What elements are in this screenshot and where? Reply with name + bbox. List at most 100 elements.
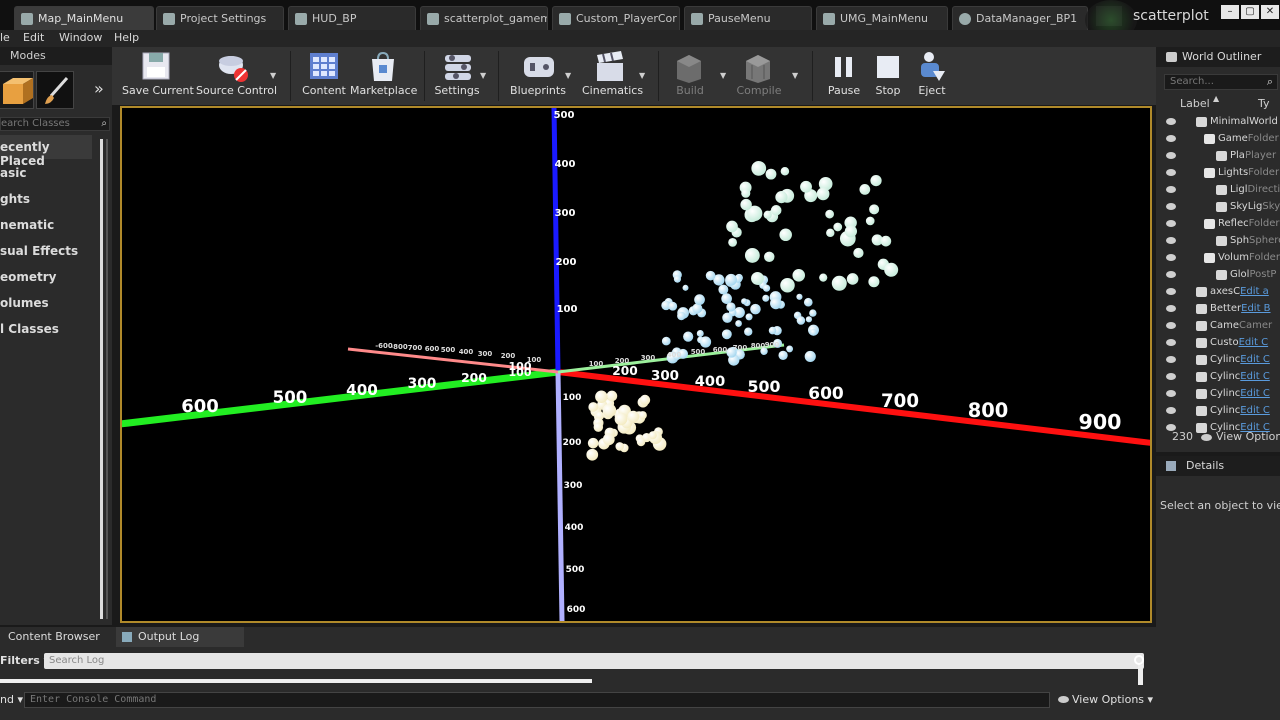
source-control-button[interactable]: Source Control	[196, 47, 277, 105]
visibility-eye-icon[interactable]	[1166, 356, 1176, 363]
menu-window[interactable]: Window	[59, 31, 102, 44]
settings-dropdown[interactable]: ▼	[480, 71, 486, 80]
cmd-dropdown[interactable]: nd ▾	[0, 693, 23, 706]
visibility-eye-icon[interactable]	[1166, 390, 1176, 397]
tab-umg-mainmenu[interactable]: UMG_MainMenu	[816, 6, 948, 30]
log-vertical-scrollbar[interactable]	[1138, 665, 1143, 685]
outliner-row[interactable]: BetterEdit B	[1162, 301, 1280, 318]
visibility-eye-icon[interactable]	[1166, 135, 1176, 142]
visibility-eye-icon[interactable]	[1166, 237, 1176, 244]
actor-type[interactable]: Edit B	[1241, 303, 1270, 314]
minimize-button[interactable]: –	[1221, 5, 1239, 19]
outliner-row[interactable]: LightsFolder	[1162, 165, 1280, 182]
category-volumes[interactable]: olumes	[0, 291, 92, 315]
category-lights[interactable]: ghts	[0, 187, 92, 211]
search-log-input[interactable]: Search Log	[44, 653, 1144, 669]
search-classes-input[interactable]: earch Classes ⌕	[0, 117, 110, 131]
category-geometry[interactable]: eometry	[0, 265, 92, 289]
stop-button[interactable]: Stop	[868, 47, 908, 105]
tab-content-browser[interactable]: Content Browser	[0, 627, 114, 647]
modes-tab[interactable]: Modes	[0, 47, 112, 65]
menu-file[interactable]: le	[0, 31, 10, 44]
tab-custom-playercontroller[interactable]: Custom_PlayerCor	[552, 6, 680, 30]
marketplace-button[interactable]: Marketplace	[350, 47, 417, 105]
actor-type[interactable]: Edit a	[1240, 286, 1269, 297]
type-column-header[interactable]: Ty	[1258, 97, 1270, 110]
blueprints-button[interactable]: Blueprints	[510, 47, 566, 105]
visibility-eye-icon[interactable]	[1166, 339, 1176, 346]
cinematics-button[interactable]: Cinematics	[582, 47, 643, 105]
tab-scatterplot-gamemode[interactable]: scatterplot_gamem	[420, 6, 548, 30]
world-outliner-tab[interactable]: World Outliner	[1156, 47, 1280, 67]
outliner-row[interactable]: CameCamer	[1162, 318, 1280, 335]
visibility-eye-icon[interactable]	[1166, 407, 1176, 414]
menu-help[interactable]: Help	[114, 31, 139, 44]
category-cinematic[interactable]: nematic	[0, 213, 92, 237]
tab-project-settings[interactable]: Project Settings	[156, 6, 284, 30]
outliner-search-input[interactable]: Search... ⌕	[1164, 74, 1278, 90]
visibility-eye-icon[interactable]	[1166, 288, 1176, 295]
outliner-row[interactable]: ReflecFolder	[1162, 216, 1280, 233]
menu-edit[interactable]: Edit	[23, 31, 44, 44]
visibility-eye-icon[interactable]	[1166, 271, 1176, 278]
outliner-row[interactable]: GameFolder	[1162, 131, 1280, 148]
visibility-eye-icon[interactable]	[1166, 254, 1176, 261]
outliner-row[interactable]: CustoEdit C	[1162, 335, 1280, 352]
label-column-header[interactable]: Label	[1180, 97, 1210, 110]
outliner-row[interactable]: CylincEdit C	[1162, 403, 1280, 420]
outliner-row[interactable]: CylincEdit C	[1162, 386, 1280, 403]
visibility-eye-icon[interactable]	[1166, 118, 1176, 125]
outliner-row[interactable]: PlaPlayer	[1162, 148, 1280, 165]
tab-map-mainmenu[interactable]: Map_MainMenu	[14, 6, 154, 30]
outliner-view-options-button[interactable]: View Options	[1216, 430, 1280, 443]
build-dropdown[interactable]: ▼	[720, 71, 726, 80]
outliner-row[interactable]: LiglDirecti	[1162, 182, 1280, 199]
compile-button[interactable]: Compile	[734, 47, 784, 105]
category-recently-placed[interactable]: ecently Placed	[0, 135, 92, 168]
cinematics-dropdown[interactable]: ▼	[639, 71, 645, 80]
category-visual-effects[interactable]: sual Effects	[0, 239, 92, 263]
more-modes-icon[interactable]: »	[94, 79, 104, 98]
visibility-eye-icon[interactable]	[1166, 322, 1176, 329]
visibility-eye-icon[interactable]	[1166, 305, 1176, 312]
actor-type[interactable]: Edit C	[1240, 354, 1270, 365]
category-basic[interactable]: asic	[0, 161, 92, 185]
settings-button[interactable]: Settings	[430, 47, 484, 105]
scatterplot-3d-scene[interactable]: 100 200 300 400 500 600 700 800 9001002003004005…	[122, 108, 1150, 621]
tab-hud-bp[interactable]: HUD_BP	[288, 6, 416, 30]
eject-button[interactable]: Eject	[914, 47, 950, 105]
visibility-eye-icon[interactable]	[1166, 186, 1176, 193]
log-horizontal-scrollbar[interactable]	[0, 679, 592, 683]
close-window-button[interactable]: ✕	[1261, 5, 1279, 19]
tab-datamanager-bp1[interactable]: DataManager_BP1	[952, 6, 1088, 30]
save-current-button[interactable]: Save Current	[122, 47, 194, 105]
visibility-eye-icon[interactable]	[1166, 152, 1176, 159]
filters-dropdown[interactable]: Filters ▾	[0, 654, 49, 667]
console-command-input[interactable]: Enter Console Command	[24, 692, 1050, 708]
tab-pausemenu[interactable]: PauseMenu	[684, 6, 812, 30]
pause-button[interactable]: Pause	[824, 47, 864, 105]
actor-type[interactable]: Edit C	[1239, 337, 1269, 348]
outliner-row[interactable]: VolumFolder	[1162, 250, 1280, 267]
modes-scrollbar[interactable]	[100, 139, 108, 619]
blueprints-dropdown[interactable]: ▼	[565, 71, 571, 80]
outliner-row[interactable]: MinimalWorld	[1162, 114, 1280, 131]
actor-type[interactable]: Edit C	[1240, 405, 1270, 416]
paint-mode-button[interactable]	[36, 71, 74, 109]
outliner-row[interactable]: GlolPostP	[1162, 267, 1280, 284]
visibility-eye-icon[interactable]	[1166, 373, 1176, 380]
outliner-row[interactable]: axesCEdit a	[1162, 284, 1280, 301]
maximize-button[interactable]: ▢	[1241, 5, 1259, 19]
actor-type[interactable]: Edit C	[1240, 388, 1270, 399]
category-all-classes[interactable]: l Classes	[0, 317, 92, 341]
source-control-dropdown[interactable]: ▼	[270, 71, 276, 80]
content-button[interactable]: Content	[300, 47, 348, 105]
level-viewport[interactable]: 100 200 300 400 500 600 700 800 900 100 200 300 400 5…	[120, 106, 1152, 623]
log-view-options-button[interactable]: View Options ▾	[1058, 693, 1153, 706]
compile-dropdown[interactable]: ▼	[792, 71, 798, 80]
details-tab[interactable]: Details	[1156, 456, 1280, 476]
visibility-eye-icon[interactable]	[1166, 203, 1176, 210]
build-button[interactable]: Build	[670, 47, 710, 105]
outliner-row[interactable]: CylincEdit C	[1162, 369, 1280, 386]
outliner-row[interactable]: SphSphere	[1162, 233, 1280, 250]
